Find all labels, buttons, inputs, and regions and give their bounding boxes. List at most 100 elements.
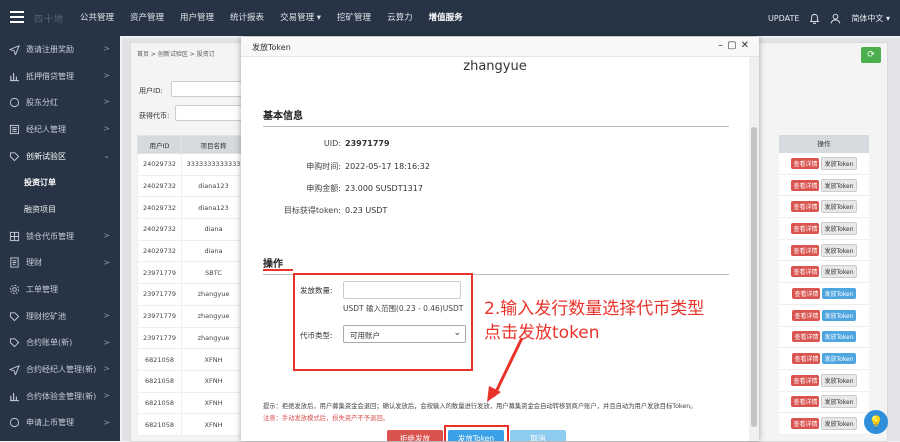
- scrollbar-thumb[interactable]: [751, 127, 757, 427]
- minimize-icon[interactable]: –: [718, 40, 727, 51]
- help-bulb-icon[interactable]: 💡: [864, 410, 888, 434]
- sidebar-item[interactable]: 股东分红 >: [0, 89, 120, 116]
- chevron-icon: >: [103, 390, 110, 400]
- sidebar-item-label: 合约体验金管理(新): [26, 391, 97, 401]
- chevron-icon: >: [103, 417, 110, 427]
- sidebar-item[interactable]: 理财挖矿池 >: [0, 303, 120, 330]
- sidebar-item[interactable]: 申请上币管理 >: [0, 410, 120, 437]
- issue-token-row-button[interactable]: 发放Token: [822, 353, 856, 365]
- reject-button[interactable]: 拒绝发放: [387, 430, 443, 441]
- issue-token-row-button[interactable]: 发放Token: [822, 309, 856, 321]
- view-detail-button[interactable]: 查看详情: [791, 396, 820, 408]
- chevron-icon: >: [103, 70, 110, 80]
- update-link[interactable]: UPDATE: [768, 14, 800, 23]
- sidebar-item-label: 理财挖矿池: [26, 311, 66, 321]
- cell-project-name[interactable]: 3333333333333: [181, 153, 246, 176]
- view-detail-button[interactable]: 查看详情: [792, 353, 821, 365]
- issue-token-row-button[interactable]: 发放Token: [822, 287, 856, 299]
- user-id-input[interactable]: [171, 81, 243, 97]
- coin-type-select[interactable]: 可用账户 ⌄: [343, 325, 466, 343]
- user-icon[interactable]: [830, 13, 841, 24]
- sidebar-item[interactable]: 理财 >: [0, 250, 120, 277]
- cell-project-name[interactable]: XFNH: [181, 413, 246, 436]
- issue-token-row-button[interactable]: 发放Token: [821, 243, 857, 257]
- nav-item[interactable]: 挖矿管理: [329, 0, 379, 36]
- view-detail-button[interactable]: 查看详情: [792, 309, 821, 321]
- cell-project-name[interactable]: XFNH: [181, 369, 246, 393]
- sidebar-item[interactable]: 经纪人管理 >: [0, 116, 120, 143]
- table-row: 6821058 XFNH: [137, 369, 246, 393]
- view-detail-button[interactable]: 查看详情: [791, 201, 820, 213]
- coin-type-value: 可用账户: [350, 331, 380, 340]
- issue-token-row-button[interactable]: 发放Token: [821, 265, 857, 279]
- bell-icon[interactable]: [809, 13, 820, 24]
- sidebar-item[interactable]: 合约经纪人管理(新) >: [0, 356, 120, 383]
- view-detail-button[interactable]: 查看详情: [791, 179, 820, 191]
- cell-project-name[interactable]: XFNH: [181, 391, 246, 415]
- sidebar-item[interactable]: 抵押借贷管理 >: [0, 63, 120, 90]
- cell-project-name[interactable]: zhangyue: [181, 283, 246, 306]
- cell-project-name[interactable]: XFNH: [181, 348, 246, 371]
- sidebar-item[interactable]: 融资项目: [0, 196, 120, 223]
- menu-toggle-icon[interactable]: [10, 11, 24, 23]
- view-detail-button[interactable]: 查看详情: [791, 418, 820, 430]
- cell-project-name[interactable]: SBTC: [181, 261, 246, 285]
- cell-project-name[interactable]: diana: [181, 239, 246, 263]
- nav-item[interactable]: 统计报表: [222, 0, 272, 36]
- view-detail-button[interactable]: 查看详情: [792, 287, 821, 299]
- sidebar-item[interactable]: 投资订单: [0, 169, 120, 196]
- sidebar-item[interactable]: 合约账单(新) >: [0, 330, 120, 357]
- cell-project-name[interactable]: zhangyue: [181, 304, 246, 328]
- tag-icon: [9, 151, 20, 161]
- action-row: 查看详情 发放Token: [779, 413, 869, 435]
- amount-input[interactable]: [343, 281, 461, 299]
- sidebar-item-label: 合约账单(新): [26, 338, 73, 348]
- token-input[interactable]: [175, 105, 243, 121]
- issue-token-row-button[interactable]: 发放Token: [821, 373, 857, 387]
- cell-project-name[interactable]: diana: [181, 218, 246, 241]
- sidebar-item[interactable]: 合约体验金管理(新) >: [0, 383, 120, 410]
- issue-token-row-button[interactable]: 发放Token: [821, 200, 857, 214]
- sidebar-item[interactable]: 锁仓代币管理 >: [0, 223, 120, 250]
- cell-project-name[interactable]: diana123: [181, 174, 246, 198]
- nav-item[interactable]: 资产管理: [122, 0, 172, 36]
- view-detail-button[interactable]: 查看详情: [791, 266, 820, 278]
- view-detail-button[interactable]: 查看详情: [791, 244, 820, 256]
- cancel-button[interactable]: 取消: [510, 430, 566, 441]
- view-detail-button[interactable]: 查看详情: [791, 157, 820, 169]
- dialog-titlebar: 发放Token –▢✕: [241, 37, 759, 57]
- token-label: 获得代币:: [139, 112, 170, 120]
- cell-project-name[interactable]: zhangyue: [181, 326, 246, 350]
- issue-token-row-button[interactable]: 发放Token: [822, 331, 856, 343]
- issue-token-row-button[interactable]: 发放Token: [821, 395, 857, 409]
- nav-item[interactable]: 用户管理: [172, 0, 222, 36]
- close-icon[interactable]: ✕: [741, 40, 753, 51]
- issue-token-row-button[interactable]: 发放Token: [821, 417, 857, 431]
- view-detail-button[interactable]: 查看详情: [791, 374, 820, 386]
- refresh-button[interactable]: ⟳: [861, 47, 881, 63]
- cell-user-id: 24029732: [137, 239, 182, 263]
- issue-token-row-button[interactable]: 发放Token: [821, 221, 857, 235]
- issue-token-row-button[interactable]: 发放Token: [821, 178, 857, 192]
- cell-user-id: 6821058: [137, 369, 182, 393]
- issue-token-row-button[interactable]: 发放Token: [821, 156, 857, 170]
- sidebar-item[interactable]: 工单管理: [0, 276, 120, 303]
- table-row: 24029732 diana123: [137, 174, 246, 198]
- nav-item[interactable]: 公共管理: [72, 0, 122, 36]
- maximize-icon[interactable]: ▢: [727, 40, 740, 51]
- cell-project-name[interactable]: diana123: [181, 196, 246, 220]
- nav-item[interactable]: 交易管理 ▾: [272, 0, 329, 36]
- language-select[interactable]: 简体中文 ▾: [851, 13, 890, 24]
- sidebar-item[interactable]: 邀请注册奖励 >: [0, 36, 120, 63]
- view-detail-button[interactable]: 查看详情: [791, 222, 820, 234]
- nav-item[interactable]: 云算力: [379, 0, 421, 36]
- cell-user-id: 6821058: [137, 391, 182, 415]
- nav-item[interactable]: 增值服务: [421, 0, 471, 36]
- table-row: 23971779 SBTC: [137, 261, 246, 285]
- view-detail-button[interactable]: 查看详情: [792, 331, 821, 343]
- sidebar-item[interactable]: 创新试验区 ⌄: [0, 143, 120, 170]
- field-purchase-amount-label: 申购金额:: [306, 184, 341, 193]
- chevron-icon: >: [103, 257, 110, 267]
- dialog-scrollbar[interactable]: [749, 57, 759, 441]
- action-row: 查看详情 发放Token: [779, 196, 869, 219]
